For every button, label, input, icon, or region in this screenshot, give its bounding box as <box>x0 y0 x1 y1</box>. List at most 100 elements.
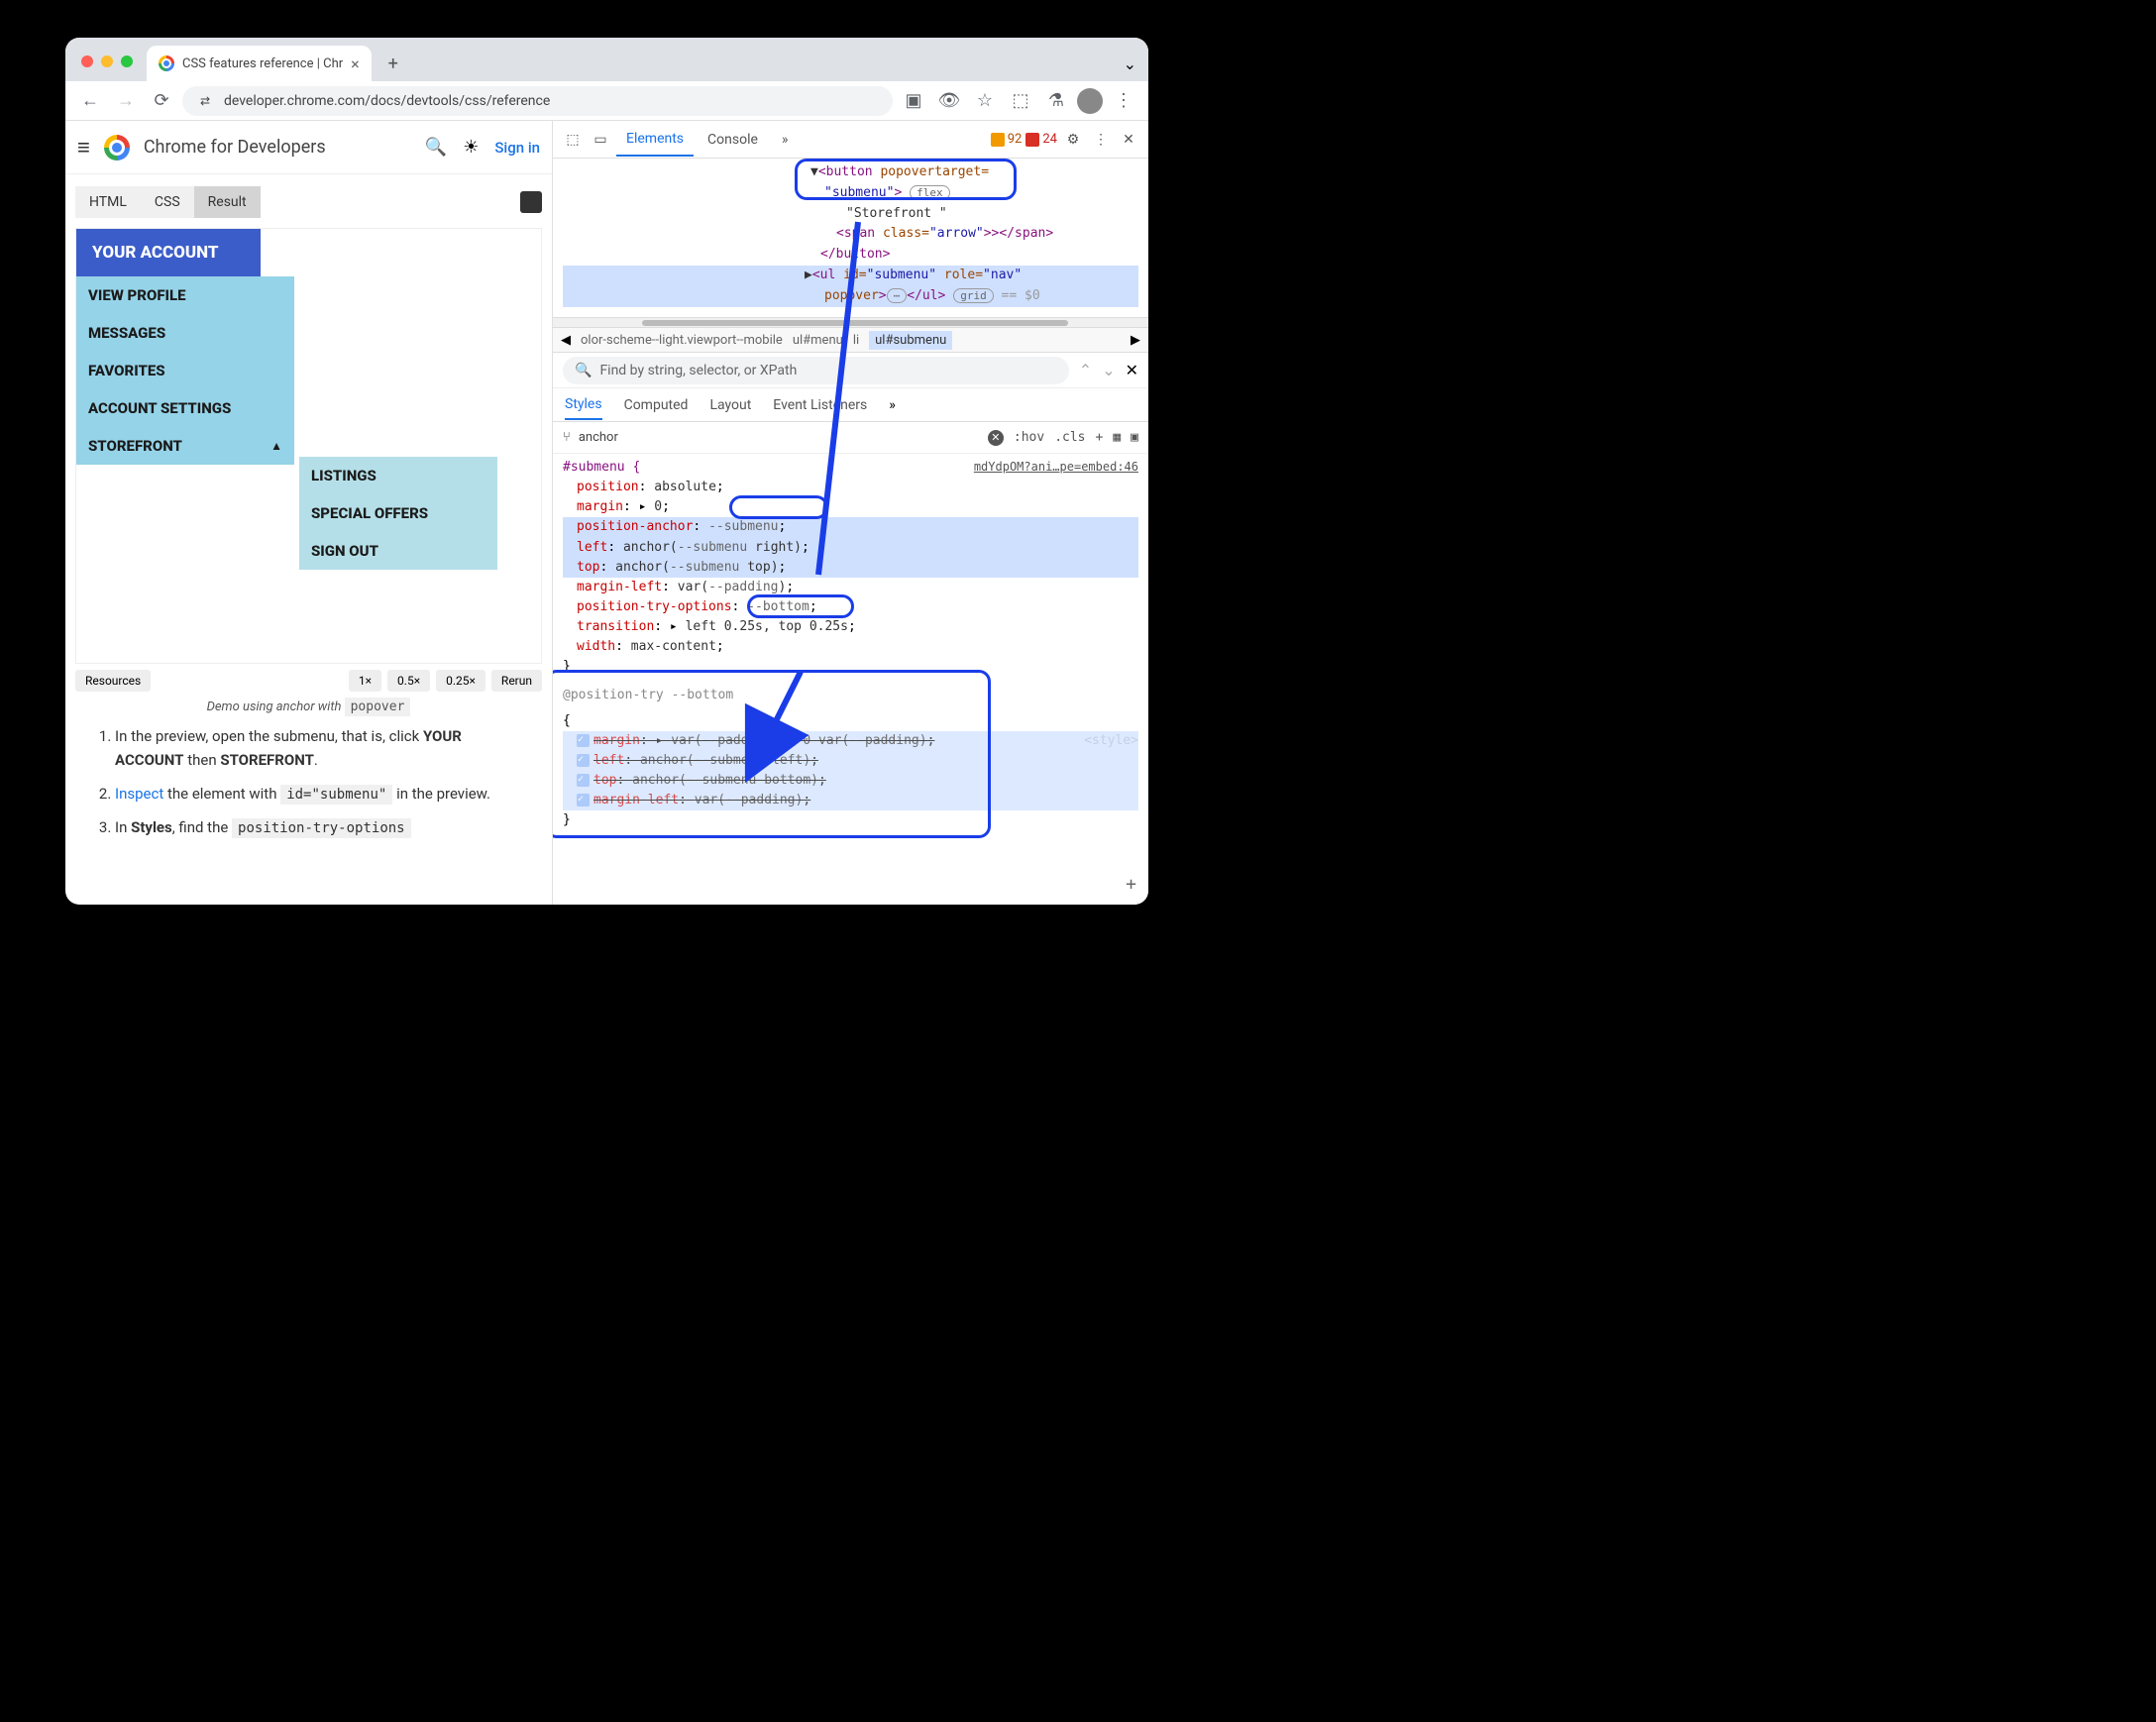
add-rule-icon[interactable]: + <box>1126 871 1136 899</box>
zoom-05x[interactable]: 0.5× <box>387 670 430 692</box>
reload-button[interactable]: ⟳ <box>147 86 176 116</box>
close-devtools-icon[interactable]: ✕ <box>1117 132 1140 148</box>
filter-input[interactable]: ⑂ anchor <box>563 430 978 445</box>
breadcrumb-trail[interactable]: ◀ olor-scheme--light.viewport--mobile ul… <box>553 327 1148 353</box>
demo-preview: YOUR ACCOUNT VIEW PROFILE MESSAGES FAVOR… <box>75 228 542 664</box>
search-icon: 🔍 <box>575 363 592 378</box>
step-2: Inspect the element with id="submenu" in… <box>115 782 522 806</box>
error-icon <box>1025 133 1039 147</box>
bookmark-icon[interactable]: ☆ <box>970 86 1000 116</box>
codepen-icon[interactable] <box>520 191 542 213</box>
devtools-panel: ⬚ ▭ Elements Console » 92 24 ⚙ ⋮ ✕ ▼<but… <box>553 121 1148 905</box>
instructions: In the preview, open the submenu, that i… <box>75 714 542 860</box>
browser-toolbar: ← → ⟳ ⇄ developer.chrome.com/docs/devtoo… <box>65 81 1148 121</box>
site-header: ≡ Chrome for Developers 🔍 ☀ Sign in <box>65 121 552 174</box>
submenu-messages[interactable]: MESSAGES <box>76 314 294 352</box>
source-link[interactable]: mdYdpOM?ani…pe=embed:46 <box>974 458 1138 477</box>
minimize-window-button[interactable] <box>101 55 113 67</box>
device-mode-icon[interactable]: ▭ <box>589 132 612 148</box>
submenu-account-settings[interactable]: ACCOUNT SETTINGS <box>76 389 294 427</box>
chrome-logo-icon <box>104 135 130 161</box>
tab-styles[interactable]: Styles <box>565 390 602 420</box>
profile-avatar[interactable] <box>1077 88 1103 114</box>
tab-computed[interactable]: Computed <box>624 391 689 419</box>
cast-icon[interactable]: ▣ <box>899 86 928 116</box>
kebab-menu-icon[interactable]: ⋮ <box>1089 132 1113 148</box>
inspect-link[interactable]: Inspect <box>115 785 163 803</box>
tab-strip: CSS features reference | Chr × + ⌄ <box>65 38 1148 81</box>
zoom-025x[interactable]: 0.25× <box>436 670 485 692</box>
submenu-view-profile[interactable]: VIEW PROFILE <box>76 276 294 314</box>
zoom-1x[interactable]: 1× <box>349 670 381 692</box>
tab-elements[interactable]: Elements <box>616 123 694 157</box>
computed-panel-icon[interactable]: ▣ <box>1131 430 1138 445</box>
styles-filter-bar: ⑂ anchor ✕ :hov .cls + ▦ ▣ <box>553 422 1148 454</box>
forward-button[interactable]: → <box>111 86 141 116</box>
extensions-icon[interactable]: ⬚ <box>1006 86 1035 116</box>
tab-event-listeners[interactable]: Event Listeners <box>773 391 867 419</box>
filter-icon: ⑂ <box>563 430 571 445</box>
menu-icon[interactable]: ≡ <box>77 135 90 161</box>
maximize-window-button[interactable] <box>121 55 133 67</box>
hov-toggle[interactable]: :hov <box>1014 430 1044 445</box>
elements-tree[interactable]: ▼<button popovertarget= "submenu"> flex … <box>553 159 1148 317</box>
errors-badge[interactable]: 24 <box>1025 132 1057 147</box>
tab-result[interactable]: Result <box>194 186 261 218</box>
settings-icon[interactable]: ⚙ <box>1061 132 1085 148</box>
code-tabs: HTML CSS Result <box>75 186 542 218</box>
paint-icon[interactable]: ▦ <box>1113 430 1121 445</box>
rerun-button[interactable]: Rerun <box>491 670 542 692</box>
devtools-tab-bar: ⬚ ▭ Elements Console » 92 24 ⚙ ⋮ ✕ <box>553 121 1148 159</box>
find-prev-icon[interactable]: ⌃ <box>1079 361 1092 379</box>
tab-layout[interactable]: Layout <box>709 391 751 419</box>
chrome-favicon-icon <box>159 55 174 71</box>
tab-html[interactable]: HTML <box>75 186 141 218</box>
resources-button[interactable]: Resources <box>75 670 151 692</box>
more-tabs-icon[interactable]: » <box>772 124 799 156</box>
tab-overflow-button[interactable]: ⌄ <box>1124 54 1136 73</box>
labs-icon[interactable]: ⚗ <box>1041 86 1071 116</box>
find-next-icon[interactable]: ⌄ <box>1102 361 1115 379</box>
theme-toggle-icon[interactable]: ☀ <box>463 137 479 158</box>
menu-your-account[interactable]: YOUR ACCOUNT <box>76 229 261 276</box>
submenu2-special-offers[interactable]: SPECIAL OFFERS <box>299 494 497 532</box>
browser-tab[interactable]: CSS features reference | Chr × <box>147 46 372 81</box>
scroll-left-icon[interactable]: ◀ <box>561 333 571 348</box>
styles-rules[interactable]: mdYdpOM?ani…pe=embed:46 #submenu { posit… <box>553 454 1148 905</box>
tab-css[interactable]: CSS <box>141 186 194 218</box>
url-text: developer.chrome.com/docs/devtools/css/r… <box>224 93 550 109</box>
browser-window: CSS features reference | Chr × + ⌄ ← → ⟳… <box>65 38 1148 905</box>
close-tab-icon[interactable]: × <box>351 54 360 73</box>
site-info-icon[interactable]: ⇄ <box>196 92 214 110</box>
horizontal-scrollbar[interactable] <box>553 317 1148 327</box>
new-tab-button[interactable]: + <box>379 50 407 77</box>
submenu-storefront[interactable]: STOREFRONT ▲ <box>76 427 294 465</box>
site-title: Chrome for Developers <box>144 137 326 158</box>
new-style-icon[interactable]: + <box>1096 430 1104 445</box>
scroll-right-icon[interactable]: ▶ <box>1131 333 1140 348</box>
incognito-icon[interactable]: 👁 <box>934 86 964 116</box>
content-area: ≡ Chrome for Developers 🔍 ☀ Sign in HTML… <box>65 121 1148 905</box>
find-input[interactable]: 🔍 Find by string, selector, or XPath <box>563 357 1069 384</box>
submenu-favorites[interactable]: FAVORITES <box>76 352 294 389</box>
clear-filter-icon[interactable]: ✕ <box>988 430 1004 446</box>
search-icon[interactable]: 🔍 <box>425 137 447 158</box>
inspect-element-icon[interactable]: ⬚ <box>561 132 585 148</box>
page-content: ≡ Chrome for Developers 🔍 ☀ Sign in HTML… <box>65 121 553 905</box>
back-button[interactable]: ← <box>75 86 105 116</box>
more-tabs-icon[interactable]: » <box>889 397 896 413</box>
address-bar[interactable]: ⇄ developer.chrome.com/docs/devtools/css… <box>182 86 893 116</box>
tab-console[interactable]: Console <box>698 124 768 156</box>
submenu2-sign-out[interactable]: SIGN OUT <box>299 532 497 570</box>
menu-icon[interactable]: ⋮ <box>1109 86 1138 116</box>
find-bar: 🔍 Find by string, selector, or XPath ⌃ ⌄… <box>553 353 1148 388</box>
warnings-badge[interactable]: 92 <box>991 132 1023 147</box>
submenu2-listings[interactable]: LISTINGS <box>299 457 497 494</box>
close-window-button[interactable] <box>81 55 93 67</box>
storefront-label: STOREFRONT <box>88 437 182 455</box>
submenu: VIEW PROFILE MESSAGES FAVORITES ACCOUNT … <box>76 276 294 465</box>
find-close-icon[interactable]: ✕ <box>1126 361 1138 379</box>
tab-title: CSS features reference | Chr <box>182 56 343 71</box>
signin-link[interactable]: Sign in <box>494 139 540 157</box>
cls-toggle[interactable]: .cls <box>1054 430 1085 445</box>
